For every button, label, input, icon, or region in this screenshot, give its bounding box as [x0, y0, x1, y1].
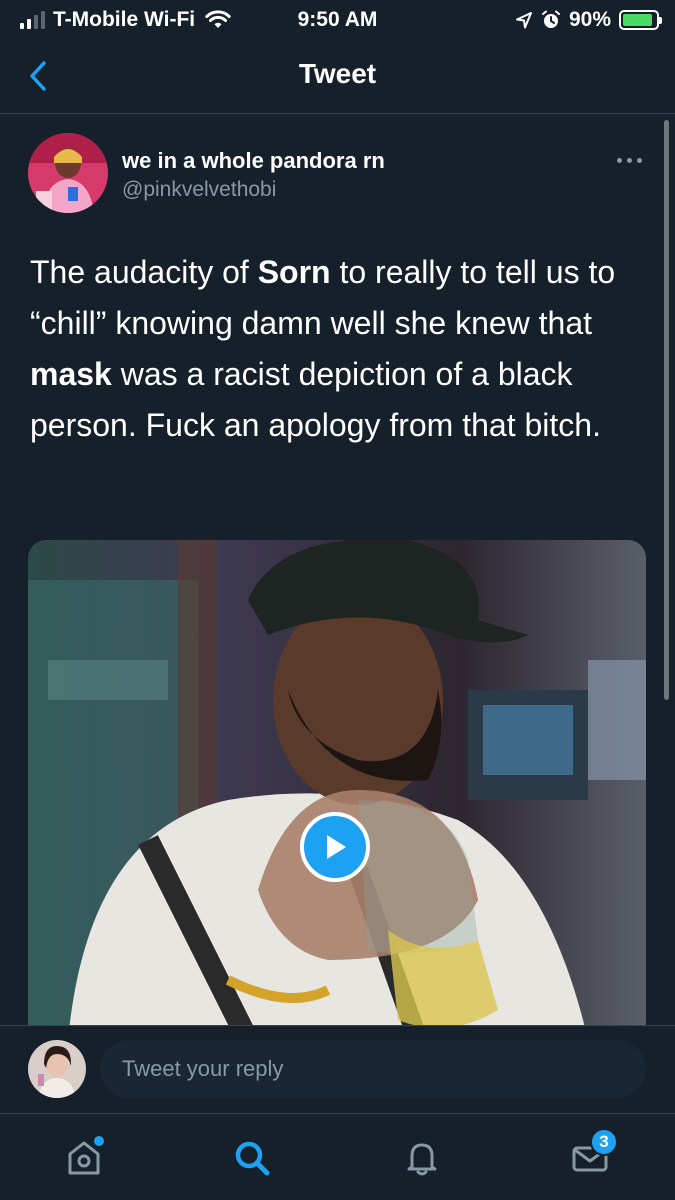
author-handle[interactable]: @pinkvelvethobi [122, 178, 276, 202]
page-title: Tweet [298, 58, 377, 89]
video-frame-image [28, 540, 646, 1025]
wifi-icon [205, 10, 231, 28]
carrier-label: T-Mobile Wi-Fi [53, 8, 196, 31]
status-bar: T-Mobile Wi-Fi 9:50 AM 90% [0, 0, 675, 38]
bell-icon [407, 1143, 437, 1176]
battery-percent: 90% [568, 8, 611, 31]
more-options-button[interactable] [611, 153, 647, 167]
tweet: we in a whole pandora rn @pinkvelvethobi… [0, 115, 675, 1025]
author-avatar-image [28, 133, 108, 213]
reply-bar [0, 1025, 675, 1113]
play-icon [327, 835, 346, 859]
tweet-text-bold: Sorn [257, 254, 331, 290]
play-button[interactable] [300, 812, 370, 882]
battery-charging-icon [619, 10, 662, 30]
nav-bar: Tweet [0, 38, 675, 114]
battery-fill [623, 14, 652, 26]
tab-bar: 3 [0, 1113, 675, 1200]
search-icon [235, 1141, 270, 1176]
user-avatar-image [28, 1040, 86, 1098]
scrollbar[interactable] [664, 120, 669, 700]
tweet-text-bold: mask [30, 356, 112, 392]
reply-input[interactable] [100, 1040, 646, 1098]
tweet-text-segment: The audacity of [30, 254, 258, 290]
signal-icon [20, 11, 45, 29]
tab-notifications[interactable] [392, 1128, 452, 1188]
messages-badge: 3 [590, 1128, 618, 1156]
alarm-icon [541, 10, 560, 28]
tweet-text: The audacity of Sorn to really to tell u… [30, 247, 650, 451]
author-avatar[interactable] [28, 133, 108, 213]
video-thumbnail[interactable] [28, 540, 646, 1025]
tab-home[interactable] [54, 1128, 114, 1188]
author-display-name[interactable]: we in a whole pandora rn [122, 148, 385, 174]
tab-messages[interactable]: 3 [560, 1128, 620, 1188]
user-avatar[interactable] [28, 1040, 86, 1098]
chevron-left-icon [30, 61, 46, 91]
location-icon [515, 12, 532, 29]
status-left: T-Mobile Wi-Fi [20, 8, 231, 32]
more-horizontal-icon [616, 157, 622, 163]
tab-search[interactable] [222, 1128, 282, 1188]
home-notification-dot [94, 1136, 104, 1146]
tweet-text-segment: was a racist depiction of a black person… [30, 356, 601, 443]
back-button[interactable] [18, 56, 58, 96]
status-right: 90% [515, 8, 662, 32]
